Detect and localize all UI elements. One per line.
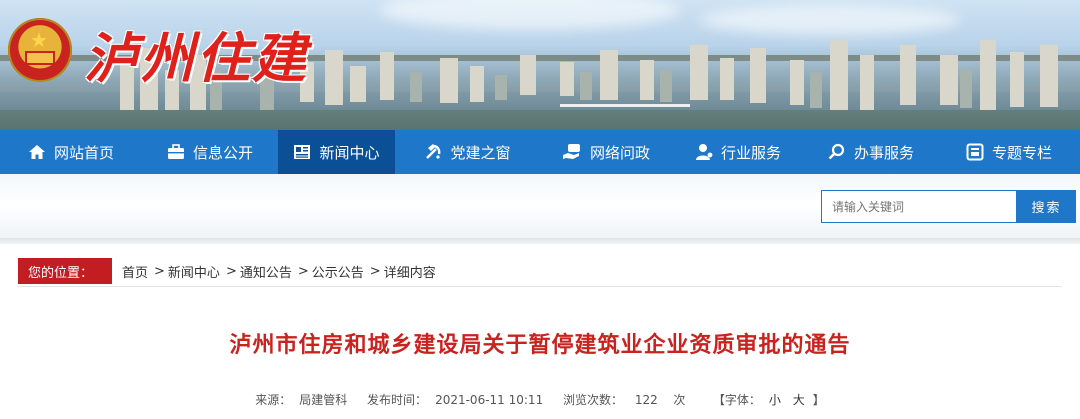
nav-item-online-inquiry[interactable]: 网络问政 [540, 130, 672, 174]
user-service-icon [695, 144, 713, 160]
article-meta: 来源： 局建管科 发布时间： 2021-06-11 10:11 浏览次数： 122 … [0, 391, 1080, 408]
nav-item-label: 专题专栏 [991, 143, 1052, 162]
party-emblem-icon [426, 144, 441, 159]
newspaper-icon [294, 145, 311, 159]
breadcrumb-notices[interactable]: 通知公告 [240, 262, 292, 281]
nav-item-label: 网络问政 [589, 143, 650, 162]
nav-item-party-building[interactable]: 党建之窗 [395, 130, 540, 174]
search-button[interactable]: 搜索 [1017, 190, 1076, 223]
main-nav: 网站首页 信息公开 新闻中心 党建之窗 网络问政 行业服务 办事服务 专题专栏 [0, 130, 1080, 174]
briefcase-icon [167, 144, 184, 159]
font-size-small-link[interactable]: 小 [769, 393, 781, 407]
source-value: 局建管科 [299, 393, 348, 407]
divider [0, 238, 1080, 244]
header-banner: ★ 泸州住建 [0, 0, 1080, 130]
nav-item-label: 信息公开 [192, 143, 253, 162]
views-label: 浏览次数： [563, 393, 624, 407]
views-count: 122 [634, 393, 658, 407]
column-icon [966, 143, 984, 161]
home-icon [28, 145, 45, 159]
font-size-label: 【字体： [712, 393, 761, 407]
location-label: 您的位置： [18, 258, 112, 284]
breadcrumb-separator: > [369, 263, 381, 279]
breadcrumb-home[interactable]: 首页 [122, 262, 148, 281]
nav-item-info-public[interactable]: 信息公开 [142, 130, 278, 174]
nav-item-label: 网站首页 [53, 143, 114, 162]
breadcrumb-news-center[interactable]: 新闻中心 [168, 262, 220, 281]
breadcrumb-public-notices[interactable]: 公示公告 [312, 262, 364, 281]
breadcrumb-current: 详细内容 [383, 265, 436, 281]
views-unit: 次 [673, 393, 686, 407]
chat-hand-icon [562, 144, 580, 159]
nav-item-special-column[interactable]: 专题专栏 [938, 130, 1080, 174]
search-icon [828, 143, 845, 160]
source-label: 来源： [255, 393, 292, 407]
publish-time-value: 2021-06-11 10:11 [435, 393, 544, 407]
divider [18, 286, 1062, 287]
publish-time-label: 发布时间： [367, 393, 428, 407]
national-emblem-icon: ★ [8, 18, 72, 82]
nav-item-label: 新闻中心 [319, 143, 380, 162]
font-size-close: 】 [812, 393, 825, 407]
nav-item-label: 党建之窗 [450, 143, 511, 162]
nav-item-affairs-service[interactable]: 办事服务 [804, 130, 938, 174]
breadcrumb-separator: > [297, 263, 309, 279]
nav-item-industry-service[interactable]: 行业服务 [672, 130, 804, 174]
nav-item-news-center[interactable]: 新闻中心 [278, 130, 395, 174]
nav-item-home[interactable]: 网站首页 [0, 130, 142, 174]
breadcrumb-separator: > [225, 263, 237, 279]
site-logo[interactable]: 泸州住建 [84, 14, 308, 93]
breadcrumb: 您的位置： 首页 > 新闻中心 > 通知公告 > 公示公告 > 详细内容 [0, 258, 1080, 284]
nav-item-label: 办事服务 [853, 143, 914, 162]
breadcrumb-trail: 首页 > 新闻中心 > 通知公告 > 公示公告 > 详细内容 [122, 262, 436, 281]
search-input[interactable] [821, 190, 1017, 223]
nav-item-label: 行业服务 [720, 143, 781, 162]
breadcrumb-separator: > [154, 263, 165, 279]
font-size-large-link[interactable]: 大 [793, 393, 805, 407]
article-title: 泸州市住房和城乡建设局关于暂停建筑业企业资质审批的通告 [229, 333, 851, 358]
